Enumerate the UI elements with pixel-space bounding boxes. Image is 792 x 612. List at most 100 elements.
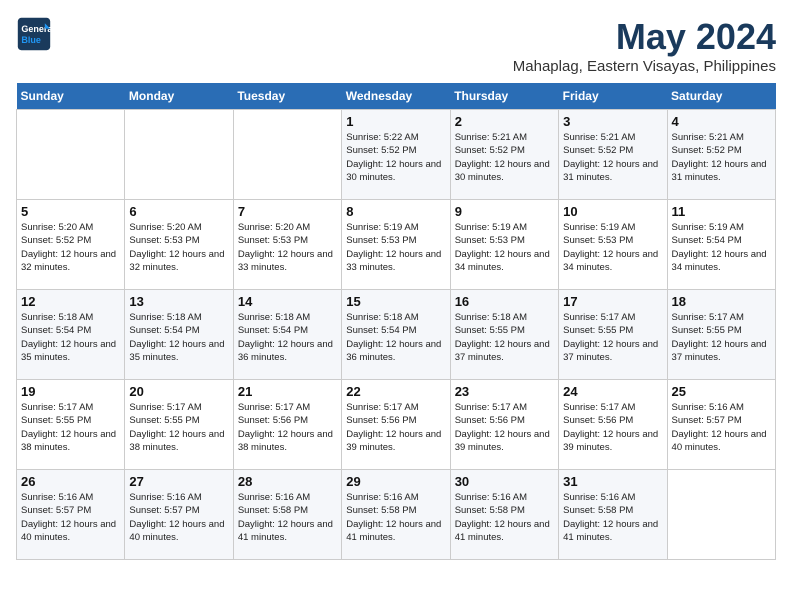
calendar-table: SundayMondayTuesdayWednesdayThursdayFrid…	[16, 83, 776, 560]
calendar-cell: 4Sunrise: 5:21 AMSunset: 5:52 PMDaylight…	[667, 110, 775, 200]
calendar-cell: 25 Sunrise: 5:16 AMSunset: 5:57 PMDayligh…	[667, 380, 775, 470]
day-info: Sunrise: 5:18 AMSunset: 5:55 PMDaylight:…	[455, 311, 554, 364]
day-info: Sunrise: 5:17 AMSunset: 5:56 PMDaylight:…	[346, 401, 445, 454]
day-info: Sunrise: 5:20 AMSunset: 5:53 PMDaylight:…	[129, 221, 228, 274]
day-number: 25	[672, 384, 771, 399]
calendar-cell: 31 Sunrise: 5:16 AMSunset: 5:58 PMDayligh…	[559, 470, 667, 560]
day-header-thursday: Thursday	[450, 83, 558, 110]
day-number: 24	[563, 384, 662, 399]
day-number: 20	[129, 384, 228, 399]
calendar-cell: 10 Sunrise: 5:19 AMSunset: 5:53 PMDayligh…	[559, 200, 667, 290]
day-info: Sunrise: 5:16 AMSunset: 5:57 PMDaylight:…	[672, 401, 771, 454]
day-info: Sunrise: 5:19 AMSunset: 5:53 PMDaylight:…	[455, 221, 554, 274]
day-info: Sunrise: 5:17 AMSunset: 5:56 PMDaylight:…	[563, 401, 662, 454]
svg-text:Blue: Blue	[21, 35, 41, 45]
calendar-cell: 20Sunrise: 5:17 AMSunset: 5:55 PMDayligh…	[125, 380, 233, 470]
calendar-cell: 7 Sunrise: 5:20 AMSunset: 5:53 PMDaylight…	[233, 200, 341, 290]
calendar-cell: 21Sunrise: 5:17 AMSunset: 5:56 PMDayligh…	[233, 380, 341, 470]
day-info: Sunrise: 5:19 AMSunset: 5:53 PMDaylight:…	[346, 221, 445, 274]
calendar-cell: 27 Sunrise: 5:16 AMSunset: 5:57 PMDayligh…	[125, 470, 233, 560]
day-number: 15	[346, 294, 445, 309]
day-number: 19	[21, 384, 120, 399]
day-info: Sunrise: 5:17 AMSunset: 5:55 PMDaylight:…	[21, 401, 120, 454]
week-row-5: 26 Sunrise: 5:16 AMSunset: 5:57 PMDayligh…	[17, 470, 776, 560]
day-info: Sunrise: 5:22 AMSunset: 5:52 PMDaylight:…	[346, 131, 445, 184]
calendar-cell: 11Sunrise: 5:19 AMSunset: 5:54 PMDayligh…	[667, 200, 775, 290]
day-number: 23	[455, 384, 554, 399]
calendar-cell: 14 Sunrise: 5:18 AMSunset: 5:54 PMDayligh…	[233, 290, 341, 380]
day-info: Sunrise: 5:17 AMSunset: 5:56 PMDaylight:…	[455, 401, 554, 454]
day-info: Sunrise: 5:16 AMSunset: 5:58 PMDaylight:…	[563, 491, 662, 544]
subtitle: Mahaplag, Eastern Visayas, Philippines	[513, 58, 776, 75]
day-number: 7	[238, 204, 337, 219]
week-row-4: 19 Sunrise: 5:17 AMSunset: 5:55 PMDayligh…	[17, 380, 776, 470]
day-number: 17	[563, 294, 662, 309]
day-info: Sunrise: 5:16 AMSunset: 5:58 PMDaylight:…	[455, 491, 554, 544]
day-number: 26	[21, 474, 120, 489]
day-info: Sunrise: 5:21 AMSunset: 5:52 PMDaylight:…	[672, 131, 771, 184]
logo-icon: General Blue	[16, 16, 52, 52]
day-number: 14	[238, 294, 337, 309]
day-header-wednesday: Wednesday	[342, 83, 450, 110]
day-info: Sunrise: 5:21 AMSunset: 5:52 PMDaylight:…	[455, 131, 554, 184]
day-info: Sunrise: 5:21 AMSunset: 5:52 PMDaylight:…	[563, 131, 662, 184]
day-number: 1	[346, 114, 445, 129]
day-info: Sunrise: 5:17 AMSunset: 5:55 PMDaylight:…	[563, 311, 662, 364]
calendar-cell: 18 Sunrise: 5:17 AMSunset: 5:55 PMDayligh…	[667, 290, 775, 380]
day-info: Sunrise: 5:18 AMSunset: 5:54 PMDaylight:…	[21, 311, 120, 364]
day-header-sunday: Sunday	[17, 83, 125, 110]
day-info: Sunrise: 5:20 AMSunset: 5:53 PMDaylight:…	[238, 221, 337, 274]
calendar-cell: 22 Sunrise: 5:17 AMSunset: 5:56 PMDayligh…	[342, 380, 450, 470]
day-number: 27	[129, 474, 228, 489]
calendar-header: SundayMondayTuesdayWednesdayThursdayFrid…	[17, 83, 776, 110]
calendar-cell: 9 Sunrise: 5:19 AMSunset: 5:53 PMDaylight…	[450, 200, 558, 290]
day-info: Sunrise: 5:17 AMSunset: 5:56 PMDaylight:…	[238, 401, 337, 454]
calendar-cell: 23 Sunrise: 5:17 AMSunset: 5:56 PMDayligh…	[450, 380, 558, 470]
calendar-cell: 29 Sunrise: 5:16 AMSunset: 5:58 PMDayligh…	[342, 470, 450, 560]
day-number: 13	[129, 294, 228, 309]
day-number: 30	[455, 474, 554, 489]
calendar-body: 1 Sunrise: 5:22 AMSunset: 5:52 PMDaylight…	[17, 110, 776, 560]
day-number: 9	[455, 204, 554, 219]
title-block: May 2024 Mahaplag, Eastern Visayas, Phil…	[513, 16, 776, 75]
calendar-cell: 1 Sunrise: 5:22 AMSunset: 5:52 PMDaylight…	[342, 110, 450, 200]
day-info: Sunrise: 5:16 AMSunset: 5:58 PMDaylight:…	[346, 491, 445, 544]
day-header-friday: Friday	[559, 83, 667, 110]
day-number: 2	[455, 114, 554, 129]
calendar-cell	[17, 110, 125, 200]
day-info: Sunrise: 5:16 AMSunset: 5:58 PMDaylight:…	[238, 491, 337, 544]
day-number: 22	[346, 384, 445, 399]
day-info: Sunrise: 5:19 AMSunset: 5:53 PMDaylight:…	[563, 221, 662, 274]
day-number: 12	[21, 294, 120, 309]
day-number: 31	[563, 474, 662, 489]
calendar-cell: 28 Sunrise: 5:16 AMSunset: 5:58 PMDayligh…	[233, 470, 341, 560]
day-info: Sunrise: 5:18 AMSunset: 5:54 PMDaylight:…	[129, 311, 228, 364]
calendar-cell: 5Sunrise: 5:20 AMSunset: 5:52 PMDaylight…	[17, 200, 125, 290]
day-number: 3	[563, 114, 662, 129]
day-info: Sunrise: 5:17 AMSunset: 5:55 PMDaylight:…	[672, 311, 771, 364]
calendar-cell: 15Sunrise: 5:18 AMSunset: 5:54 PMDayligh…	[342, 290, 450, 380]
day-number: 10	[563, 204, 662, 219]
day-number: 6	[129, 204, 228, 219]
day-info: Sunrise: 5:16 AMSunset: 5:57 PMDaylight:…	[129, 491, 228, 544]
calendar-cell: 16Sunrise: 5:18 AMSunset: 5:55 PMDayligh…	[450, 290, 558, 380]
day-number: 29	[346, 474, 445, 489]
day-number: 18	[672, 294, 771, 309]
logo: General Blue	[16, 16, 52, 52]
calendar-cell: 17 Sunrise: 5:17 AMSunset: 5:55 PMDayligh…	[559, 290, 667, 380]
page-header: General Blue May 2024 Mahaplag, Eastern …	[16, 16, 776, 75]
day-info: Sunrise: 5:18 AMSunset: 5:54 PMDaylight:…	[238, 311, 337, 364]
calendar-cell: 19 Sunrise: 5:17 AMSunset: 5:55 PMDayligh…	[17, 380, 125, 470]
calendar-cell: 24 Sunrise: 5:17 AMSunset: 5:56 PMDayligh…	[559, 380, 667, 470]
day-header-saturday: Saturday	[667, 83, 775, 110]
day-number: 11	[672, 204, 771, 219]
calendar-cell: 26Sunrise: 5:16 AMSunset: 5:57 PMDayligh…	[17, 470, 125, 560]
day-number: 5	[21, 204, 120, 219]
day-number: 28	[238, 474, 337, 489]
calendar-cell	[125, 110, 233, 200]
week-row-2: 5Sunrise: 5:20 AMSunset: 5:52 PMDaylight…	[17, 200, 776, 290]
week-row-3: 12 Sunrise: 5:18 AMSunset: 5:54 PMDayligh…	[17, 290, 776, 380]
calendar-cell: 6 Sunrise: 5:20 AMSunset: 5:53 PMDaylight…	[125, 200, 233, 290]
calendar-cell: 13 Sunrise: 5:18 AMSunset: 5:54 PMDayligh…	[125, 290, 233, 380]
week-row-1: 1 Sunrise: 5:22 AMSunset: 5:52 PMDaylight…	[17, 110, 776, 200]
